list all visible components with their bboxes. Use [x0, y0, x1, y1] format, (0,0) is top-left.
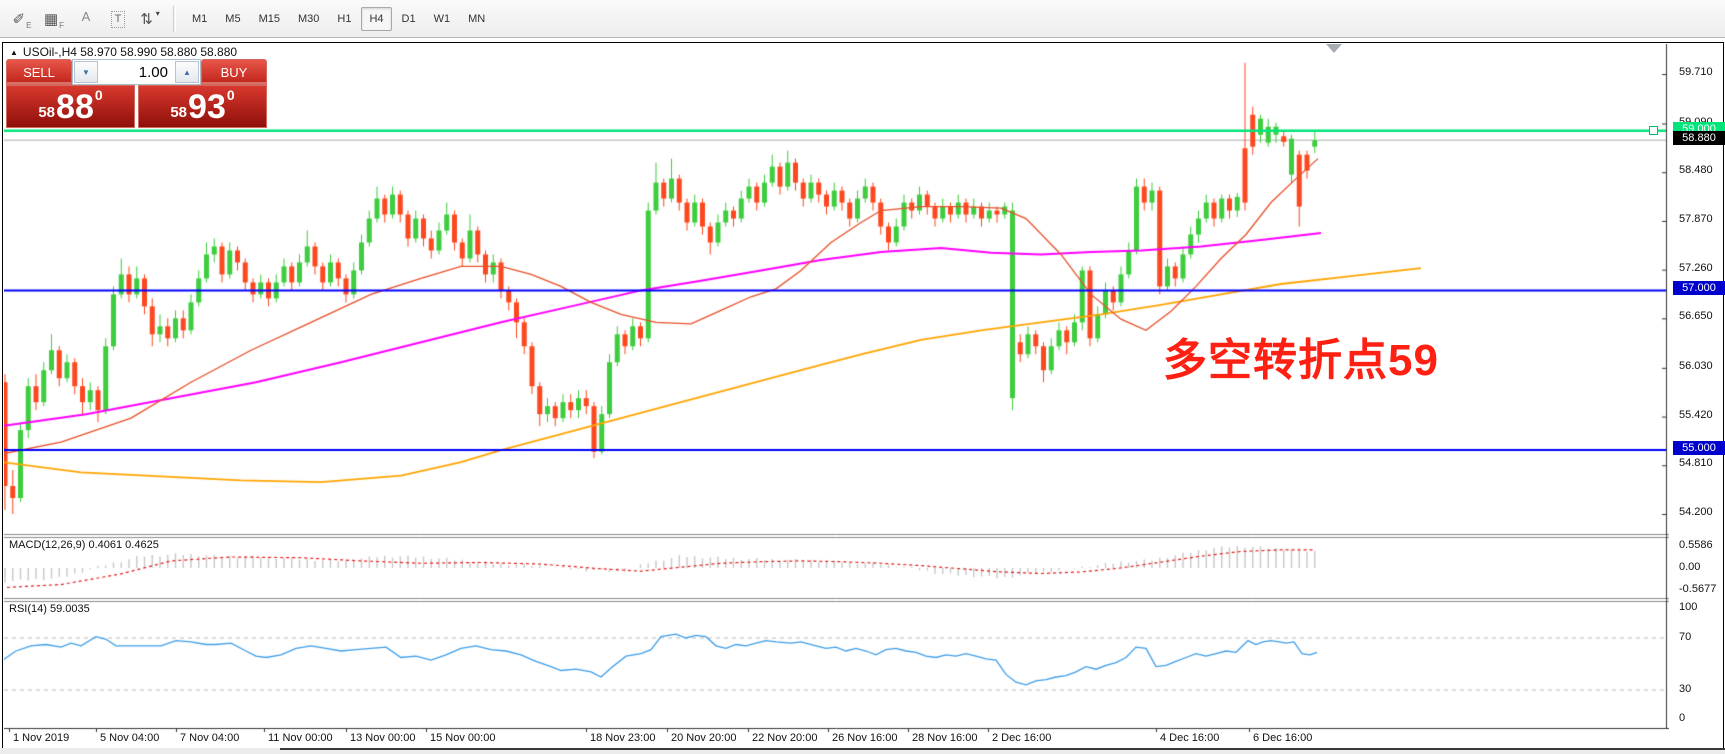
- grid-icon: ▦: [44, 9, 58, 31]
- text-label-button[interactable]: A: [72, 6, 100, 32]
- time-axis-label: 22 Nov 20:00: [752, 732, 817, 744]
- time-axis-label: 11 Nov 00:00: [268, 732, 333, 744]
- chevron-down-icon: ▾: [156, 3, 160, 25]
- text-a-icon: A: [82, 6, 91, 28]
- price-tick-label: 57.260: [1679, 262, 1713, 274]
- one-click-trade-panel: SELL ▼ ▲ BUY 58880 58930: [6, 59, 267, 128]
- price-level-label: 57.000: [1673, 281, 1725, 295]
- price-tick-label: 56.030: [1679, 360, 1713, 372]
- bid-prefix: 58: [38, 104, 55, 121]
- sell-button[interactable]: SELL: [6, 59, 72, 85]
- macd-scale-label: 0.5586: [1679, 539, 1713, 551]
- tf-h1[interactable]: H1: [329, 7, 359, 31]
- tf-h4-active[interactable]: H4: [361, 7, 391, 31]
- time-axis-label: 4 Dec 16:00: [1160, 732, 1219, 744]
- time-axis-label: 13 Nov 00:00: [350, 732, 415, 744]
- toolbar-separator: [173, 6, 176, 32]
- window-bottom-strip: [0, 748, 1725, 754]
- tf-d1[interactable]: D1: [394, 7, 424, 31]
- ask-prefix: 58: [170, 104, 187, 121]
- bid-superscript: 0: [95, 87, 103, 103]
- price-tick-label: 54.200: [1679, 506, 1713, 518]
- collapse-panel-icon[interactable]: ▲: [10, 48, 18, 57]
- price-tick-label: 54.810: [1679, 457, 1713, 469]
- arrows-button[interactable]: ⇅▾: [136, 6, 164, 32]
- symbol-title: USOil-,H4 58.970 58.990 58.880 58.880: [23, 45, 237, 59]
- time-axis-label: 6 Dec 16:00: [1253, 732, 1312, 744]
- tf-w1[interactable]: W1: [426, 7, 459, 31]
- tf-m1[interactable]: M1: [184, 7, 215, 31]
- text-box-button[interactable]: T: [104, 6, 132, 32]
- time-axis-label: 7 Nov 04:00: [180, 732, 239, 744]
- symbol-header: ▲ USOil-,H4 58.970 58.990 58.880 58.880: [10, 45, 237, 59]
- macd-scale-label: 0.00: [1679, 561, 1700, 573]
- rsi-scale-label: 70: [1679, 631, 1691, 643]
- tf-m30[interactable]: M30: [290, 7, 327, 31]
- price-level-label: 55.000: [1673, 441, 1725, 455]
- chart-annotation-text: 多空转折点59: [1163, 324, 1439, 388]
- time-axis-label: 18 Nov 23:00: [590, 732, 655, 744]
- chart-canvas[interactable]: [4, 44, 1669, 746]
- time-axis-label: 5 Nov 04:00: [100, 732, 159, 744]
- tool-sub-label: E: [26, 21, 31, 31]
- volume-spinner: ▼ ▲: [72, 59, 201, 85]
- price-tick-label: 55.420: [1679, 409, 1713, 421]
- price-tick-label: 57.870: [1679, 213, 1713, 225]
- rsi-scale-label: 30: [1679, 683, 1691, 695]
- tf-mn[interactable]: MN: [460, 7, 493, 31]
- draw-indicator-icon[interactable]: ✐E: [8, 6, 36, 32]
- price-tick-label: 56.650: [1679, 310, 1713, 322]
- pencil-icon: ✐: [13, 9, 26, 31]
- grid-pattern-icon[interactable]: ▦F: [40, 6, 68, 32]
- tf-m15[interactable]: M15: [251, 7, 288, 31]
- rsi-scale-label: 100: [1679, 601, 1697, 613]
- ask-superscript: 0: [227, 87, 235, 103]
- buy-price-box[interactable]: 58930: [138, 85, 267, 128]
- ask-big-digits: 93: [188, 90, 226, 124]
- bid-big-digits: 88: [56, 90, 94, 124]
- sell-price-box[interactable]: 58880: [6, 85, 135, 128]
- toolbar: ✐E ▦F A T ⇅▾ M1 M5 M15 M30 H1 H4 D1 W1 M…: [0, 0, 1725, 38]
- tool-sub-label: F: [59, 21, 64, 31]
- time-axis-label: 15 Nov 00:00: [430, 732, 495, 744]
- macd-indicator-label: MACD(12,26,9) 0.4061 0.4625: [9, 539, 159, 551]
- rsi-indicator-label: RSI(14) 59.0035: [9, 603, 90, 615]
- time-axis-label: 2 Dec 16:00: [992, 732, 1051, 744]
- volume-increase-button[interactable]: ▲: [175, 61, 199, 83]
- time-axis-label: 28 Nov 16:00: [912, 732, 977, 744]
- chart-window: ▲ USOil-,H4 58.970 58.990 58.880 58.880 …: [2, 42, 1724, 750]
- macd-scale-label: -0.5677: [1679, 583, 1716, 595]
- tf-m5[interactable]: M5: [217, 7, 248, 31]
- trendline-handle[interactable]: [1649, 126, 1658, 135]
- time-axis-label: 1 Nov 2019: [13, 732, 69, 744]
- rsi-scale-label: 0: [1679, 712, 1685, 724]
- price-tick-label: 58.480: [1679, 164, 1713, 176]
- text-box-icon: T: [111, 11, 126, 28]
- time-axis-label: 20 Nov 20:00: [671, 732, 736, 744]
- scroll-position-marker-icon[interactable]: [1326, 44, 1342, 53]
- time-axis-label: 26 Nov 16:00: [832, 732, 897, 744]
- volume-input[interactable]: [99, 60, 174, 84]
- price-tick-label: 59.710: [1679, 66, 1713, 78]
- bottom-strip-divider: [280, 748, 1725, 750]
- trading-app: ✐E ▦F A T ⇅▾ M1 M5 M15 M30 H1 H4 D1 W1 M…: [0, 0, 1725, 754]
- buy-button[interactable]: BUY: [201, 59, 267, 85]
- arrows-icon: ⇅: [140, 9, 153, 31]
- price-level-label: 58.880: [1673, 131, 1725, 145]
- volume-decrease-button[interactable]: ▼: [74, 61, 98, 83]
